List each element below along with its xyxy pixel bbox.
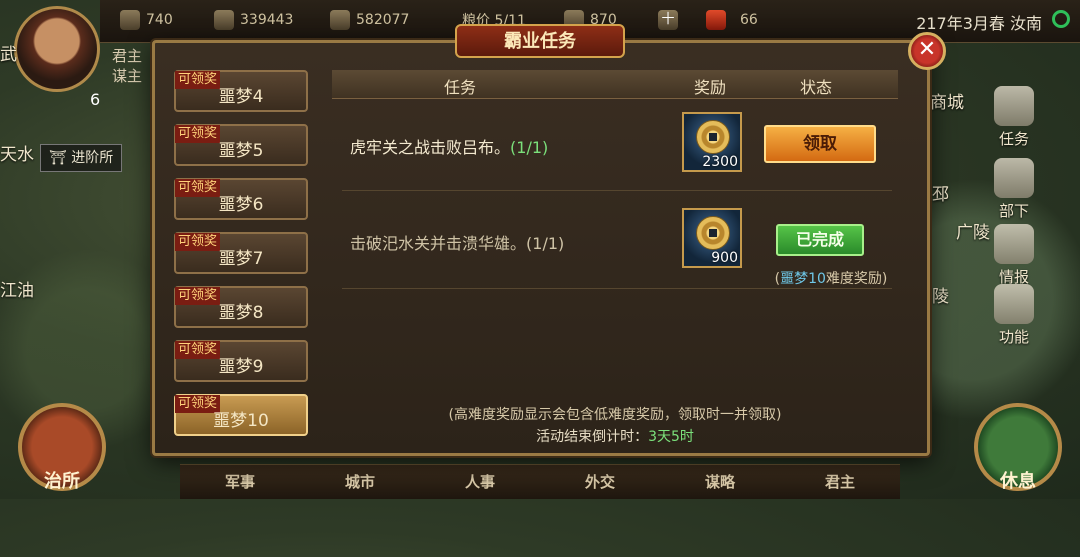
nav-function[interactable]: 功能 [986, 284, 1042, 347]
bottom-nav-military[interactable]: 军事 [225, 465, 255, 499]
subordinate-icon [994, 158, 1034, 198]
food-icon [330, 10, 350, 30]
task-description: 虎牢关之战击败吕布。 [350, 138, 511, 157]
tab-nightmare-5[interactable]: 可领奖 噩梦5 [174, 124, 308, 166]
nav-subordinate[interactable]: 部下 [986, 158, 1042, 221]
nav-task-label: 任务 [998, 130, 1029, 148]
token-value: 66 [740, 12, 758, 28]
countdown-value: 3天5时 [648, 429, 694, 445]
gold-resource: 339443 [214, 10, 293, 30]
tab-nightmare-8[interactable]: 可领奖 噩梦8 [174, 286, 308, 328]
task-row-1-text: 虎牢关之战击败吕布。(1/1) [350, 134, 548, 158]
note-difficulty: 噩梦10 [780, 271, 826, 287]
dialog-title: 霸业任务 [455, 24, 625, 58]
player-level: 6 [90, 90, 101, 109]
advisor-label: 谋主 [112, 67, 143, 85]
reward-item[interactable]: 2300 [682, 112, 742, 172]
header-reward: 奖励 [694, 78, 727, 97]
tab-nightmare-10[interactable]: 可领奖 噩梦10 [174, 394, 308, 436]
gold-icon [214, 10, 234, 30]
reward-amount: 2300 [702, 154, 738, 170]
tab-nightmare-6[interactable]: 可领奖 噩梦6 [174, 178, 308, 220]
nav-task[interactable]: 任务 [986, 86, 1042, 149]
bottom-nav-strategy[interactable]: 谋略 [705, 465, 735, 499]
task-icon [994, 86, 1034, 126]
tab-nightmare-9[interactable]: 可领奖 噩梦9 [174, 340, 308, 382]
intel-icon [994, 224, 1034, 264]
map-label-wu[interactable]: 武 [0, 40, 17, 65]
player-titles: 君主 谋主 [112, 46, 142, 86]
row-divider [342, 190, 892, 191]
header-task: 任务 [444, 78, 477, 97]
token-resource: 66 [706, 10, 758, 30]
tab-nightmare-7[interactable]: 可领奖 噩梦7 [174, 232, 308, 274]
difficulty-reward-note: (噩梦10难度奖励) [756, 268, 906, 288]
advance-hall-label: 进阶所 [71, 150, 114, 166]
task-progress: (1/1) [510, 138, 549, 157]
table-header: 任务 奖励 状态 [332, 70, 898, 99]
task-panel: 任务 奖励 状态 虎牢关之战击败吕布。(1/1) 2300 领取 击破汜水关并击… [332, 70, 898, 445]
task-progress: (1/1) [526, 234, 565, 253]
token-icon [706, 10, 726, 30]
bottom-nav: 军事 城市 人事 外交 谋略 君主 [180, 464, 900, 499]
function-icon [994, 284, 1034, 324]
bottom-nav-city[interactable]: 城市 [345, 465, 375, 499]
bottom-nav-diplomacy[interactable]: 外交 [585, 465, 615, 499]
map-label-jiangyou[interactable]: 江油 [0, 276, 34, 301]
tab-label: 噩梦7 [218, 249, 264, 269]
bottom-nav-personnel[interactable]: 人事 [465, 465, 495, 499]
tab-label: 噩梦4 [218, 87, 264, 107]
player-avatar[interactable] [14, 6, 100, 92]
tab-label: 噩梦6 [218, 195, 264, 215]
completed-badge: 已完成 [776, 224, 864, 256]
nav-function-label: 功能 [998, 328, 1029, 346]
map-label-guangling[interactable]: 广陵 [956, 218, 990, 243]
task-description: 击破汜水关并击溃华雄。 [350, 234, 527, 253]
bottom-nav-lord[interactable]: 君主 [825, 465, 855, 499]
map-label-tianshui[interactable]: 天水 [0, 140, 34, 165]
troops-resource: 740 [120, 10, 173, 30]
date-location: 217年3月春 汝南 [916, 14, 1042, 33]
reward-amount: 900 [711, 250, 738, 266]
rest-button[interactable]: 休息 [974, 403, 1062, 492]
nav-intel[interactable]: 情报 [986, 224, 1042, 287]
tab-label: 噩梦8 [218, 303, 264, 323]
plus-button[interactable]: 十 [658, 10, 678, 30]
troops-icon [120, 10, 140, 30]
food-resource: 582077 [330, 10, 409, 30]
tab-label: 噩梦5 [218, 141, 264, 161]
advance-hall-button[interactable]: ⛩ 进阶所 [40, 144, 123, 172]
map-label-pi[interactable]: 邳 [932, 180, 949, 205]
wifi-icon [1052, 10, 1070, 28]
row-divider [342, 288, 892, 289]
nav-subordinate-label: 部下 [998, 202, 1029, 220]
palace-icon: ⛩ [49, 150, 72, 166]
task-row-2-text: 击破汜水关并击溃华雄。(1/1) [350, 230, 564, 254]
header-status: 状态 [800, 78, 833, 97]
lord-label: 君主 [112, 47, 143, 65]
tab-label: 噩梦9 [218, 357, 264, 377]
map-label-ling[interactable]: 陵 [932, 282, 949, 307]
govern-button[interactable]: 治所 [18, 403, 106, 492]
map-label-shangcheng[interactable]: 商城 [930, 88, 964, 113]
footer-note: (高难度奖励显示会包含低难度奖励，领取时一并领取) [448, 407, 782, 423]
copper-coin-icon [696, 120, 730, 154]
close-button[interactable]: ✕ [908, 32, 946, 70]
reward-item[interactable]: 900 [682, 208, 742, 268]
countdown-label: 活动结束倒计时： [536, 429, 649, 445]
claim-button[interactable]: 领取 [764, 125, 876, 163]
copper-coin-icon [696, 216, 730, 250]
plus-icon[interactable]: 十 [658, 10, 678, 30]
gold-value: 339443 [240, 12, 294, 28]
note-text: 难度奖励) [825, 271, 888, 287]
countdown: 活动结束倒计时：3天5时 [332, 426, 898, 446]
tab-label: 噩梦10 [213, 411, 269, 431]
food-value: 582077 [356, 12, 410, 28]
tab-nightmare-4[interactable]: 可领奖 噩梦4 [174, 70, 308, 112]
troops-value: 740 [146, 12, 173, 28]
